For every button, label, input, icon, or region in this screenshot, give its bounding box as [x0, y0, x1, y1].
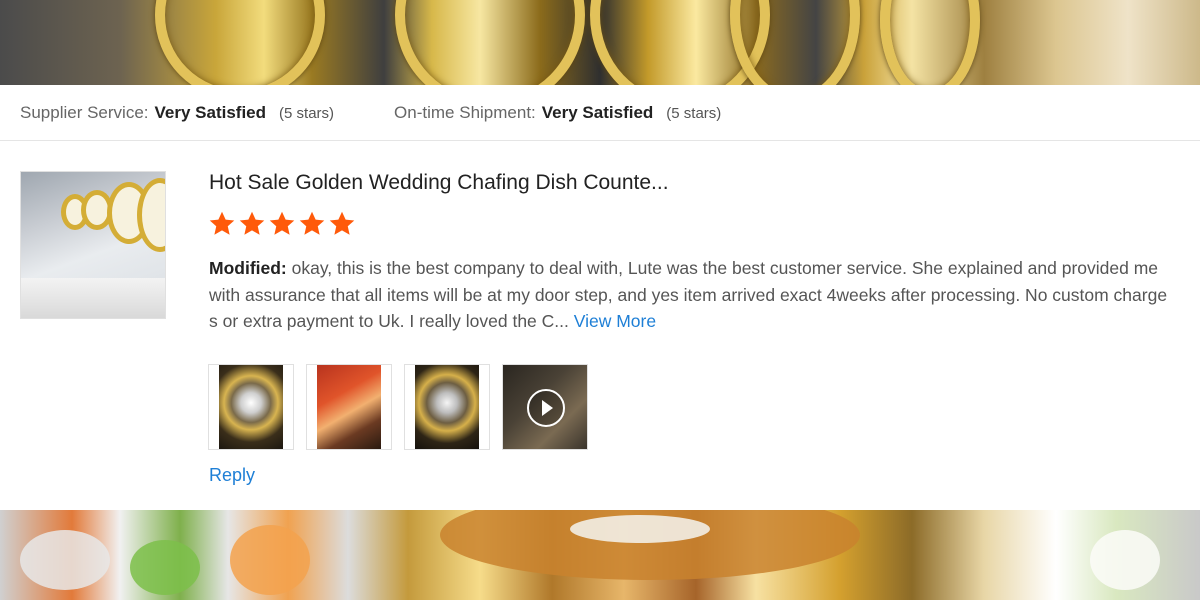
modified-label: Modified:: [209, 258, 287, 278]
review-video-thumbnail[interactable]: [502, 364, 588, 450]
star-icon: [239, 211, 265, 235]
decorative-shape: [1090, 530, 1160, 590]
ontime-shipment-rating: On-time Shipment: Very Satisfied (5 star…: [394, 103, 721, 123]
star-icon: [299, 211, 325, 235]
product-thumbnail[interactable]: [20, 171, 166, 319]
bottom-banner-image: [0, 510, 1200, 600]
review-star-rating: [207, 209, 357, 239]
review-body: okay, this is the best company to deal w…: [209, 258, 1168, 331]
play-icon[interactable]: [527, 389, 565, 427]
decorative-dish-ring: [730, 0, 860, 85]
supplier-service-rating: Supplier Service: Very Satisfied (5 star…: [20, 103, 334, 123]
decorative-dish-ring: [395, 0, 585, 85]
ontime-shipment-label: On-time Shipment:: [394, 102, 536, 122]
decorative-dish-ring: [880, 0, 980, 85]
view-more-link[interactable]: View More: [574, 311, 656, 331]
rating-summary-bar: Supplier Service: Very Satisfied (5 star…: [0, 85, 1200, 141]
ontime-shipment-stars: (5 stars): [666, 104, 722, 122]
supplier-service-stars: (5 stars): [279, 104, 335, 122]
ontime-shipment-value: Very Satisfied: [541, 102, 654, 122]
star-icon: [329, 211, 355, 235]
decorative-dish-ring: [155, 0, 325, 85]
top-banner-image: [0, 0, 1200, 85]
supplier-service-label: Supplier Service:: [20, 102, 149, 122]
decorative-shape: [570, 515, 710, 543]
review-text: Modified: okay, this is the best company…: [209, 255, 1169, 335]
review-card: Hot Sale Golden Wedding Chafing Dish Cou…: [0, 141, 1200, 510]
star-icon: [269, 211, 295, 235]
decorative-shape: [230, 525, 310, 595]
star-icon: [209, 211, 235, 235]
reply-link[interactable]: Reply: [209, 465, 255, 486]
decorative-shape: [20, 530, 110, 590]
review-media-gallery: [208, 364, 600, 450]
review-photo-thumbnail[interactable]: [404, 364, 490, 450]
decorative-shape: [130, 540, 200, 595]
thumbnail-table: [21, 278, 165, 318]
product-title-link[interactable]: Hot Sale Golden Wedding Chafing Dish Cou…: [209, 171, 669, 195]
review-photo-thumbnail[interactable]: [208, 364, 294, 450]
review-photo-thumbnail[interactable]: [306, 364, 392, 450]
supplier-service-value: Very Satisfied: [154, 102, 267, 122]
